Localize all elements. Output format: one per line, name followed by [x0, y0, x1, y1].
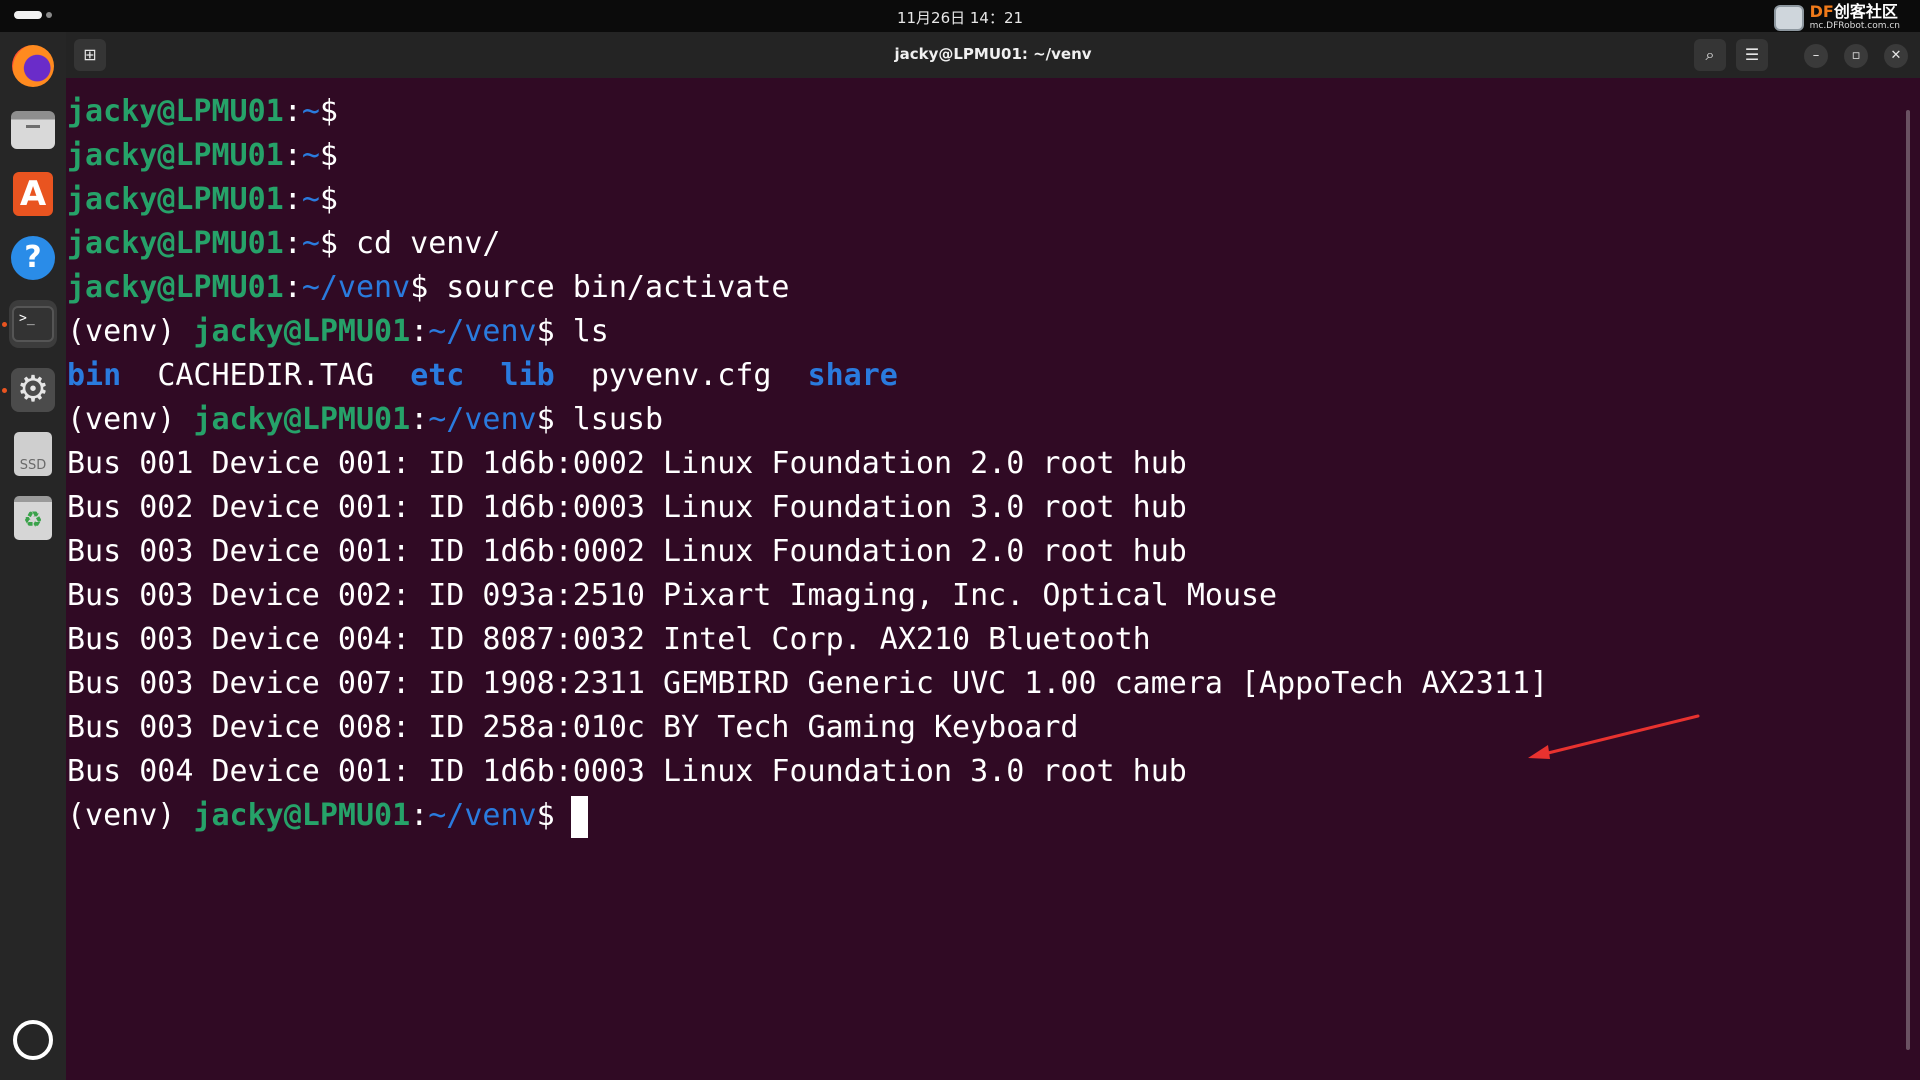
ls-output-line: bin CACHEDIR.TAG etc lib pyvenv.cfg shar… — [67, 354, 898, 398]
lsusb-output-line: Bus 003 Device 004: ID 8087:0032 Intel C… — [67, 622, 1151, 657]
scrollbar[interactable] — [1906, 110, 1910, 1050]
clock[interactable]: 11月26日 14：21 — [0, 7, 1920, 28]
lsusb-output-line: Bus 004 Device 001: ID 1d6b:0003 Linux F… — [67, 754, 1187, 789]
lsusb-output-line-camera: Bus 003 Device 007: ID 1908:2311 GEMBIRD… — [67, 666, 1549, 701]
window-title: jacky@LPMU01: ~/venv — [894, 45, 1092, 63]
dock-item-app-center[interactable]: A — [9, 170, 57, 218]
terminal-window: ⊞ jacky@LPMU01: ~/venv ⌕ ☰ – ▫ ✕ jacky@L… — [66, 32, 1920, 1080]
dock-item-files[interactable] — [9, 106, 57, 154]
close-button[interactable]: ✕ — [1884, 44, 1908, 68]
terminal-line: jacky@LPMU01:~$ — [67, 94, 338, 129]
annotation-arrow-icon — [1528, 714, 1700, 759]
search-button[interactable]: ⌕ — [1694, 39, 1726, 71]
terminal-line: jacky@LPMU01:~$ — [67, 138, 338, 173]
dock-item-settings[interactable]: ⚙ — [9, 366, 57, 414]
maximize-button[interactable]: ▫ — [1844, 44, 1868, 68]
minimize-button[interactable]: – — [1804, 44, 1828, 68]
lsusb-output-line: Bus 001 Device 001: ID 1d6b:0002 Linux F… — [67, 446, 1187, 481]
top-bar: 11月26日 14：21 DF创客社区 mc.DFRobot.com.cn — [0, 0, 1920, 32]
terminal-line: jacky@LPMU01:~$ cd venv/ — [67, 226, 501, 261]
app-center-icon: A — [13, 172, 53, 216]
watermark-logo: DF创客社区 mc.DFRobot.com.cn — [1773, 2, 1900, 31]
terminal-line: jacky@LPMU01:~$ — [67, 182, 338, 217]
terminal-line: (venv) jacky@LPMU01:~/venv$ lsusb — [67, 402, 664, 437]
lsusb-output-line: Bus 002 Device 001: ID 1d6b:0003 Linux F… — [67, 490, 1187, 525]
settings-icon: ⚙ — [11, 368, 55, 412]
ls-entry-dir: etc — [410, 358, 465, 393]
trash-icon: ♻ — [14, 496, 52, 540]
help-icon: ? — [11, 236, 55, 280]
firefox-icon — [12, 45, 54, 87]
ls-entry-dir: share — [807, 358, 898, 393]
dock-item-trash[interactable]: ♻ — [9, 494, 57, 542]
terminal-output[interactable]: jacky@LPMU01:~$ jacky@LPMU01:~$ jacky@LP… — [66, 78, 1896, 1080]
files-icon — [11, 111, 55, 149]
watermark-url: mc.DFRobot.com.cn — [1809, 21, 1900, 31]
ls-entry-dir: lib — [500, 358, 555, 393]
watermark-brand: DF创客社区 — [1809, 2, 1898, 21]
ssd-drive-icon: SSD — [14, 432, 52, 476]
running-indicator — [2, 388, 7, 393]
show-apps-icon — [13, 1020, 53, 1060]
window-titlebar[interactable]: ⊞ jacky@LPMU01: ~/venv ⌕ ☰ – ▫ ✕ — [66, 32, 1920, 78]
dock-item-firefox[interactable] — [9, 42, 57, 90]
ls-entry-dir: bin — [67, 358, 122, 393]
dock: A ? >_ ⚙ SSD ♻ — [0, 32, 66, 1080]
ls-entry-file: CACHEDIR.TAG — [157, 358, 375, 393]
lsusb-output-line: Bus 003 Device 002: ID 093a:2510 Pixart … — [67, 578, 1278, 613]
robot-logo-icon — [1773, 4, 1804, 31]
dock-item-terminal[interactable]: >_ — [9, 300, 57, 348]
running-indicator — [2, 322, 7, 327]
menu-button[interactable]: ☰ — [1736, 39, 1768, 71]
terminal-line: (venv) jacky@LPMU01:~/venv$ ls — [67, 314, 609, 349]
terminal-prompt-current: (venv) jacky@LPMU01:~/venv$ — [67, 794, 588, 838]
terminal-line: jacky@LPMU01:~/venv$ source bin/activate — [67, 270, 790, 305]
dock-item-ssd[interactable]: SSD — [9, 430, 57, 478]
lsusb-output-line: Bus 003 Device 008: ID 258a:010c BY Tech… — [67, 710, 1079, 745]
terminal-icon: >_ — [12, 306, 54, 342]
dock-item-help[interactable]: ? — [9, 234, 57, 282]
text-cursor — [570, 795, 588, 838]
show-apps-button[interactable] — [9, 1016, 57, 1064]
ls-entry-file: pyvenv.cfg — [590, 358, 772, 393]
lsusb-output-line: Bus 003 Device 001: ID 1d6b:0002 Linux F… — [67, 534, 1187, 569]
